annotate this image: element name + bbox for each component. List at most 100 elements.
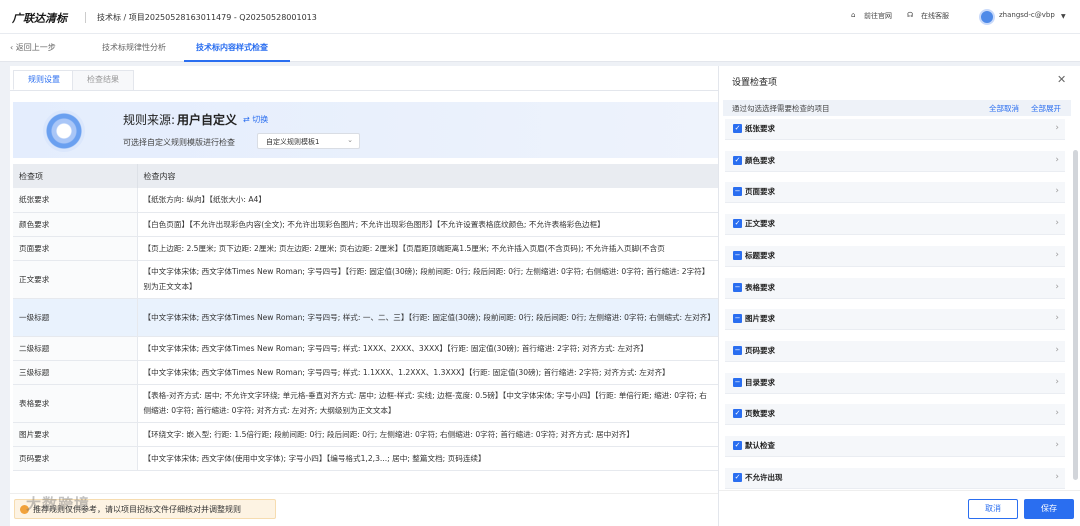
check-item-row[interactable]: − 表格要求 › (725, 277, 1065, 299)
checkbox[interactable]: − (733, 282, 742, 292)
user-name[interactable]: zhangsd-c@vbp (999, 11, 1055, 19)
nav-bar: ‹ 返回上一步 技术标规律性分析 技术标内容样式检查 (0, 34, 1080, 62)
check-item-label: 颜色要求 (745, 155, 775, 165)
home-icon: ⌂ (851, 11, 856, 19)
checkbox[interactable]: − (733, 345, 742, 355)
checkbox[interactable]: ✓ (733, 155, 742, 165)
chevron-right-icon[interactable]: › (1055, 218, 1059, 228)
checkbox[interactable]: − (733, 250, 742, 260)
checkbox[interactable]: ✓ (733, 124, 742, 133)
scrollbar[interactable] (1073, 150, 1078, 480)
table-row[interactable]: 表格要求 【表格-对齐方式: 居中; 不允许文字环绕; 单元格-垂直对齐方式: 居… (13, 384, 718, 423)
checkbox[interactable]: ✓ (733, 472, 742, 482)
swap-icon: ⇄ (243, 115, 253, 124)
expand-all-link[interactable]: 全部展开 (1031, 103, 1061, 114)
checkbox[interactable]: − (733, 314, 742, 324)
checkbox[interactable]: − (733, 187, 742, 197)
check-item-content: 【表格-对齐方式: 居中; 不允许文字环绕; 单元格-垂直对齐方式: 居中; 边… (137, 384, 718, 423)
panel-footer: 取消 保存 (719, 490, 1080, 526)
subtab-check-results[interactable]: 检查结果 (72, 70, 134, 90)
tab-style-check[interactable]: 技术标内容样式检查 (196, 42, 268, 53)
check-item-name: 三级标题 (13, 360, 138, 385)
check-item-name: 正文要求 (13, 260, 138, 299)
check-item-label: 页码要求 (745, 345, 775, 355)
chevron-down-icon: ⌄ (347, 136, 353, 144)
check-item-name: 页面要求 (13, 236, 138, 261)
cancel-button[interactable]: 取消 (968, 499, 1018, 519)
check-item-row[interactable]: ✓ 页数要求 › (725, 404, 1065, 426)
official-site-link[interactable]: 前往官网 (864, 11, 892, 21)
table-row[interactable]: 颜色要求 【白色页面】【不允许出现彩色内容(全文); 不允许出现彩色图片; 不允许… (13, 212, 718, 237)
table-row[interactable]: 页面要求 【页上边距: 2.5厘米; 页下边距: 2厘米; 页左边距: 2厘米; … (13, 236, 718, 261)
check-item-content: 【白色页面】【不允许出现彩色内容(全文); 不允许出现彩色图片; 不允许出现彩色… (137, 212, 718, 237)
chevron-right-icon[interactable]: › (1055, 472, 1059, 482)
check-item-row[interactable]: − 页面要求 › (725, 182, 1065, 204)
chevron-right-icon[interactable]: › (1055, 345, 1059, 355)
column-header: 检查内容 (137, 164, 719, 188)
template-hint: 可选择自定义规则模版进行检查 (123, 138, 235, 147)
check-item-name: 页码要求 (13, 446, 138, 471)
table-row[interactable]: 页码要求 【中文字体宋体; 西文字体(使用中文字体); 字号小四】【编号格式1,2… (13, 446, 718, 471)
check-item-row[interactable]: ✓ 纸张要求 › (725, 119, 1065, 140)
checkbox[interactable]: ✓ (733, 219, 742, 229)
support-link[interactable]: 在线客服 (921, 11, 949, 21)
check-item-row[interactable]: − 标题要求 › (725, 245, 1065, 267)
checkbox[interactable]: ✓ (733, 409, 742, 419)
check-item-content: 【中文字体宋体; 西文字体Times New Roman; 字号四号; 样式: … (137, 336, 718, 361)
chevron-right-icon[interactable]: › (1055, 155, 1059, 165)
check-item-row[interactable]: ✓ 不允许出现 › (725, 467, 1065, 489)
rule-source-banner: 规则来源: 用户自定义 ⇄ 切换 可选择自定义规则模版进行检查 自定义规则模板1… (13, 102, 718, 158)
check-item-row[interactable]: ✓ 默认检查 › (725, 436, 1065, 457)
panel-title: 设置检查项 (732, 78, 778, 88)
table-row[interactable]: 图片要求 【环绕文字: 嵌入型; 行距: 1.5倍行距; 段前间距: 0行; 段后… (13, 422, 718, 447)
close-icon[interactable]: ✕ (1057, 73, 1066, 86)
chevron-right-icon[interactable]: › (1055, 440, 1059, 450)
source-value: 用户自定义 (177, 113, 238, 127)
table-row[interactable]: 正文要求 【中文字体宋体; 西文字体Times New Roman; 字号四号】【… (13, 260, 718, 299)
check-item-row[interactable]: ✓ 正文要求 › (725, 214, 1065, 236)
switch-label: 切换 (252, 115, 269, 124)
caret-down-icon[interactable]: ▼ (1061, 13, 1066, 20)
chevron-right-icon[interactable]: › (1055, 377, 1059, 387)
watermark: 大数跨境 (26, 495, 91, 513)
check-item-label: 默认检查 (745, 441, 775, 450)
avatar[interactable] (979, 9, 995, 25)
switch-link[interactable]: ⇄ 切换 (243, 114, 268, 125)
check-item-content: 【环绕文字: 嵌入型; 行距: 1.5倍行距; 段前间距: 0行; 段后间距: … (137, 422, 718, 447)
divider (85, 12, 86, 23)
subtab-rule-settings[interactable]: 规则设置 (13, 70, 75, 90)
clear-all-link[interactable]: 全部取消 (989, 103, 1019, 114)
chevron-right-icon[interactable]: › (1055, 250, 1059, 260)
breadcrumb: 技术标 / 项目20250528163011479 - Q20250528001… (97, 13, 317, 22)
check-item-row[interactable]: ✓ 颜色要求 › (725, 150, 1065, 172)
checkbox[interactable]: − (733, 377, 742, 387)
check-item-row[interactable]: − 页码要求 › (725, 340, 1065, 362)
check-item-label: 纸张要求 (745, 124, 775, 133)
check-item-content: 【中文字体宋体; 西文字体(使用中文字体); 字号小四】【编号格式1,2,3..… (137, 446, 718, 471)
save-button[interactable]: 保存 (1024, 499, 1074, 519)
chevron-right-icon[interactable]: › (1055, 313, 1059, 323)
table-row[interactable]: 一级标题 【中文字体宋体; 西文字体Times New Roman; 字号四号; … (13, 298, 718, 337)
check-item-row[interactable]: − 图片要求 › (725, 309, 1065, 331)
check-item-label: 页面要求 (745, 187, 775, 197)
chevron-right-icon[interactable]: › (1055, 123, 1059, 133)
template-select[interactable]: 自定义规则模板1 ⌄ (257, 133, 360, 149)
table-row[interactable]: 纸张要求 【纸张方向: 纵向】【纸张大小: A4】 (13, 188, 718, 213)
back-button[interactable]: ‹ 返回上一步 (10, 42, 56, 53)
check-item-content: 【纸张方向: 纵向】【纸张大小: A4】 (137, 188, 718, 213)
table-row[interactable]: 三级标题 【中文字体宋体; 西文字体Times New Roman; 字号四号; … (13, 360, 718, 385)
checkbox[interactable]: ✓ (733, 441, 742, 450)
check-item-content: 【中文字体宋体; 西文字体Times New Roman; 字号四号; 样式: … (137, 298, 718, 337)
chevron-right-icon[interactable]: › (1055, 186, 1059, 196)
tab-divider (10, 90, 718, 91)
check-item-label: 页数要求 (745, 409, 775, 419)
tab-regularity-analysis[interactable]: 技术标规律性分析 (102, 42, 166, 53)
table-row[interactable]: 二级标题 【中文字体宋体; 西文字体Times New Roman; 字号四号; … (13, 336, 718, 361)
check-item-row[interactable]: − 目录要求 › (725, 372, 1065, 394)
table-header-row: 检查项 检查内容 (13, 164, 719, 188)
chevron-right-icon[interactable]: › (1055, 282, 1059, 292)
check-item-label: 不允许出现 (745, 472, 783, 482)
main-content: 规则设置 检查结果 规则来源: 用户自定义 ⇄ 切换 可选择自定义规则模版进行检… (10, 66, 719, 526)
active-tab-indicator (184, 60, 290, 62)
chevron-right-icon[interactable]: › (1055, 408, 1059, 418)
